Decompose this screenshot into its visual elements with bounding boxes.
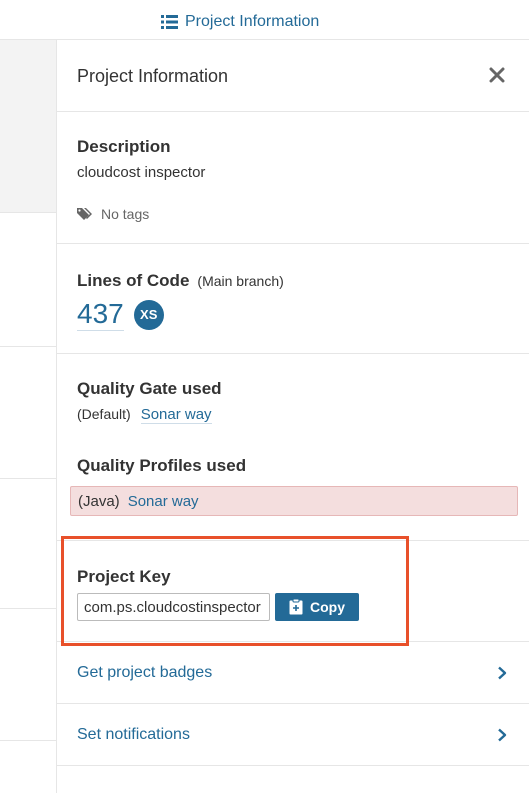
branch-label: (Main branch) bbox=[197, 273, 284, 289]
copy-button[interactable]: Copy bbox=[275, 593, 359, 621]
description-section: Description cloudcost inspector No tags bbox=[57, 112, 529, 244]
get-project-badges-label: Get project badges bbox=[77, 663, 213, 681]
project-key-section: Project Key Copy bbox=[57, 541, 529, 642]
quality-section: Quality Gate used (Default) Sonar way Qu… bbox=[57, 354, 529, 541]
top-bar: Project Information bbox=[0, 0, 529, 40]
get-project-badges-link[interactable]: Get project badges bbox=[57, 642, 529, 704]
background-column bbox=[0, 40, 57, 793]
project-key-input[interactable] bbox=[77, 593, 270, 621]
quality-profiles-heading: Quality Profiles used bbox=[77, 456, 247, 475]
lines-of-code-value-row: 437 XS bbox=[77, 298, 164, 331]
project-information-nav-label: Project Information bbox=[185, 13, 320, 30]
lines-of-code-value[interactable]: 437 bbox=[77, 298, 124, 331]
quality-gate-default-label: (Default) bbox=[77, 406, 131, 422]
tags-label: No tags bbox=[101, 206, 150, 222]
set-notifications-link[interactable]: Set notifications bbox=[57, 704, 529, 766]
quality-profile-item: (Java) Sonar way bbox=[70, 486, 518, 516]
quality-profile-link[interactable]: Sonar way bbox=[128, 493, 199, 510]
chevron-right-icon bbox=[498, 728, 507, 742]
list-icon bbox=[161, 15, 178, 29]
set-notifications-label: Set notifications bbox=[77, 725, 190, 743]
background-divider bbox=[0, 740, 56, 741]
project-information-nav-link[interactable]: Project Information bbox=[161, 13, 319, 31]
tags-icon bbox=[77, 208, 92, 220]
copy-button-label: Copy bbox=[310, 599, 345, 615]
quality-gate-link[interactable]: Sonar way bbox=[140, 406, 212, 424]
description-text: cloudcost inspector bbox=[77, 164, 206, 181]
background-divider bbox=[0, 478, 56, 479]
size-rating-badge: XS bbox=[133, 299, 164, 330]
background-divider bbox=[0, 346, 56, 347]
description-heading: Description bbox=[77, 137, 171, 156]
background-shaded-area bbox=[0, 40, 56, 213]
tags: No tags bbox=[77, 206, 149, 222]
lines-of-code-heading: Lines of Code (Main branch) bbox=[77, 271, 284, 291]
lines-of-code-title: Lines of Code bbox=[77, 271, 190, 290]
background-divider bbox=[0, 608, 56, 609]
quality-profile-language: (Java) bbox=[78, 492, 120, 510]
chevron-right-icon bbox=[498, 666, 507, 680]
panel-title: Project Information bbox=[77, 66, 229, 86]
clipboard-icon bbox=[289, 599, 303, 615]
project-key-heading: Project Key bbox=[77, 567, 171, 586]
close-icon[interactable] bbox=[489, 67, 505, 83]
lines-of-code-section: Lines of Code (Main branch) 437 XS bbox=[57, 244, 529, 354]
panel-header: Project Information bbox=[57, 40, 529, 112]
quality-gate-row: (Default) Sonar way bbox=[77, 406, 212, 424]
quality-gate-heading: Quality Gate used bbox=[77, 379, 222, 398]
project-information-panel: Project Information Description cloudcos… bbox=[57, 40, 529, 793]
